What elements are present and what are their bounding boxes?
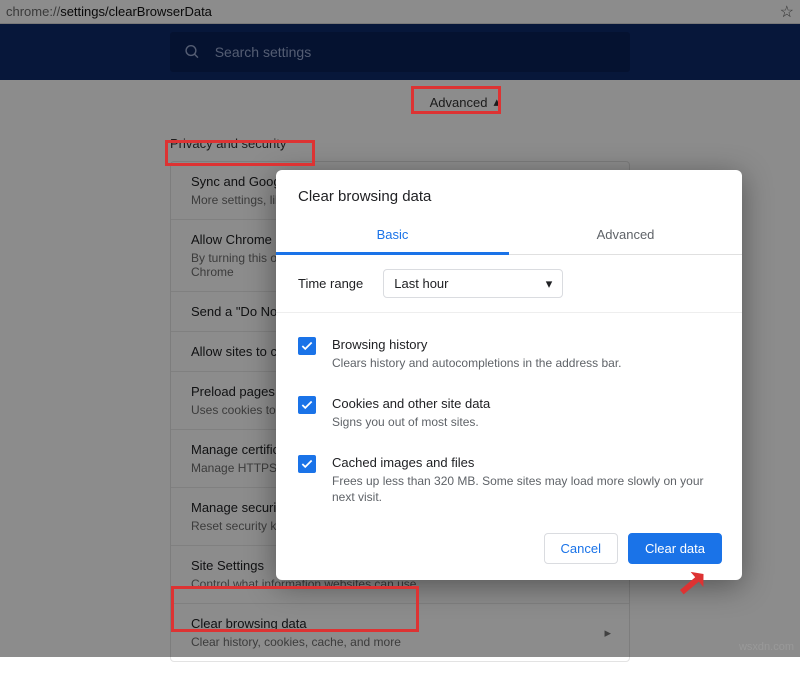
- check-icon: [300, 398, 314, 412]
- clear-data-button[interactable]: Clear data: [628, 533, 722, 564]
- check-title: Browsing history: [332, 337, 622, 352]
- time-range-select[interactable]: Last hour ▾: [383, 269, 563, 298]
- check-icon: [300, 457, 314, 471]
- chevron-down-icon: ▾: [546, 276, 553, 292]
- dialog-title: Clear browsing data: [276, 188, 742, 217]
- check-icon: [300, 339, 314, 353]
- checkbox-list: Browsing history Clears history and auto…: [276, 313, 742, 520]
- checkbox-history[interactable]: [298, 337, 316, 355]
- check-subtitle: Clears history and autocompletions in th…: [332, 355, 622, 372]
- clear-data-dialog: Clear browsing data Basic Advanced Time …: [276, 170, 742, 580]
- time-range-value: Last hour: [394, 276, 448, 291]
- time-range-label: Time range: [298, 276, 363, 291]
- check-cache: Cached images and files Frees up less th…: [298, 445, 720, 521]
- dialog-actions: Cancel Clear data: [544, 533, 722, 564]
- check-cookies: Cookies and other site data Signs you ou…: [298, 386, 720, 445]
- checkbox-cookies[interactable]: [298, 396, 316, 414]
- check-title: Cached images and files: [332, 455, 720, 470]
- cancel-button[interactable]: Cancel: [544, 533, 618, 564]
- check-title: Cookies and other site data: [332, 396, 490, 411]
- checkbox-cache[interactable]: [298, 455, 316, 473]
- check-browsing-history: Browsing history Clears history and auto…: [298, 327, 720, 386]
- tab-advanced[interactable]: Advanced: [509, 217, 742, 254]
- tab-basic[interactable]: Basic: [276, 217, 509, 255]
- watermark: wsxdn.com: [739, 641, 794, 653]
- time-range-row: Time range Last hour ▾: [276, 255, 742, 313]
- dialog-tabs: Basic Advanced: [276, 217, 742, 255]
- check-subtitle: Signs you out of most sites.: [332, 414, 490, 431]
- check-subtitle: Frees up less than 320 MB. Some sites ma…: [332, 473, 720, 507]
